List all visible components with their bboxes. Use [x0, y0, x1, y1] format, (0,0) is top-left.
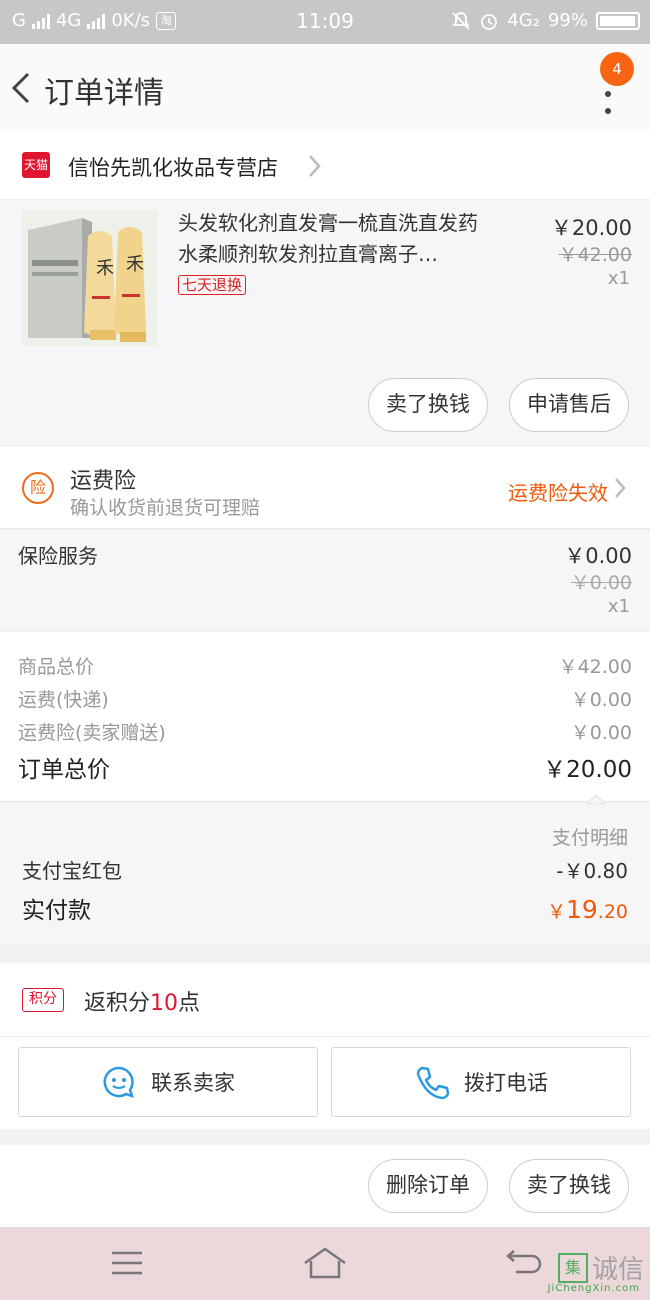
service-price: ￥0.00: [564, 544, 632, 568]
return-policy-tag: 七天退换: [178, 275, 247, 295]
product-item[interactable]: 禾 禾 头发软化剂直发膏一梳直洗直发药水柔顺剂软发剂拉直膏离子… 七天退换 ￥2…: [0, 200, 650, 445]
summary-value: ￥0.00: [570, 722, 632, 744]
summary-label: 商品总价: [18, 656, 95, 678]
summary-row: 运费险(卖家赠送) ￥0.00: [18, 718, 632, 745]
back-arrow-icon[interactable]: [8, 68, 38, 108]
product-image[interactable]: 禾 禾: [22, 210, 158, 346]
mute-bell-icon: [452, 11, 471, 30]
return-icon[interactable]: [506, 1247, 542, 1277]
chevron-right-icon: [615, 478, 626, 498]
summary-row: 运费(快递) ￥0.00: [18, 685, 632, 712]
system-nav-bar: 集 诚信 JiChengXin.com: [0, 1227, 650, 1300]
store-row[interactable]: 天猫 信怡先凯化妆品专营店: [0, 130, 650, 200]
paid-int: 19: [565, 895, 598, 924]
page-header: 订单详情 4: [0, 44, 650, 130]
summary-label: 运费险(卖家赠送): [18, 722, 166, 744]
store-name[interactable]: 信怡先凯化妆品专营店: [68, 152, 278, 182]
paid-amount-row: 实付款 ￥19.20: [22, 891, 628, 925]
product-quantity: x1: [607, 268, 630, 289]
service-quantity: x1: [607, 596, 630, 617]
insurance-subtitle: 确认收货前退货可理赔: [70, 497, 261, 519]
product-original-price: ￥42.00: [558, 244, 632, 266]
insurance-service-item: 保险服务 ￥0.00 ￥0.00 x1: [0, 530, 650, 630]
insurance-status[interactable]: 运费险失效: [508, 477, 608, 506]
paid-currency: ￥: [546, 901, 566, 923]
chevron-right-icon: [309, 155, 321, 177]
points-suffix: 点: [178, 991, 201, 1016]
contact-seller-label: 联系卖家: [151, 1071, 235, 1095]
paid-label: 实付款: [22, 898, 91, 924]
order-actions: 删除订单 卖了换钱: [0, 1145, 650, 1227]
summary-value: ￥42.00: [558, 656, 632, 678]
points-text: 返积分10点: [84, 985, 200, 1017]
menu-icon[interactable]: [110, 1249, 144, 1277]
status-right: 4G₂ 99%: [451, 10, 640, 31]
phone-icon: [416, 1066, 450, 1100]
service-original-price: ￥0.00: [570, 572, 632, 594]
battery-percent: 99%: [547, 10, 588, 31]
paid-amount: ￥19.20: [547, 895, 628, 924]
summary-label: 运费(快递): [18, 689, 109, 711]
alarm-icon: [481, 13, 498, 30]
insurance-title: 运费险: [70, 469, 137, 494]
points-prefix: 返积分: [84, 991, 151, 1016]
payment-detail-link[interactable]: 支付明细: [552, 823, 628, 850]
points-number: 10: [150, 991, 179, 1016]
paid-dec: .20: [597, 901, 628, 923]
order-total-value: ￥20.00: [543, 757, 632, 783]
summary-row: 商品总价 ￥42.00: [18, 652, 632, 679]
order-total-label: 订单总价: [18, 757, 110, 783]
red-packet-label: 支付宝红包: [22, 859, 122, 883]
contact-row: 联系卖家 拨打电话: [0, 1037, 650, 1129]
network-type: 4G₂: [507, 10, 540, 31]
product-price: ￥20.00: [550, 216, 632, 240]
points-icon: 积分: [22, 988, 64, 1012]
payment-details: 支付明细 支付宝红包 -￥0.80 实付款 ￥19.20: [0, 794, 650, 943]
after-sale-button[interactable]: 申请售后: [509, 378, 629, 432]
tmall-icon: 天猫: [22, 152, 50, 178]
caret-up-icon: [587, 794, 605, 804]
sell-exchange-button-bottom[interactable]: 卖了换钱: [509, 1159, 629, 1213]
chat-bubble-icon: [103, 1066, 134, 1098]
shipping-insurance-row[interactable]: 险 运费险 确认收货前退货可理赔 运费险失效: [0, 447, 650, 529]
sell-exchange-button[interactable]: 卖了换钱: [368, 378, 488, 432]
order-total-row: 订单总价 ￥20.00: [18, 750, 632, 784]
delete-order-button[interactable]: 删除订单: [368, 1159, 488, 1213]
battery-icon: [596, 11, 640, 30]
red-packet-row: 支付宝红包 -￥0.80: [22, 855, 628, 884]
svg-text:禾: 禾: [96, 258, 114, 279]
page-title: 订单详情: [44, 76, 164, 111]
price-summary: 商品总价 ￥42.00 运费(快递) ￥0.00 运费险(卖家赠送) ￥0.00…: [0, 632, 650, 802]
product-title[interactable]: 头发软化剂直发膏一梳直洗直发药水柔顺剂软发剂拉直膏离子…: [178, 208, 496, 270]
status-bar: G 4G 0K/s 淘 11:09 4G₂ 99%: [0, 0, 650, 44]
watermark-box: 集: [557, 1252, 588, 1283]
home-icon[interactable]: [302, 1245, 348, 1281]
watermark-logo: 集 诚信: [557, 1249, 644, 1286]
insurance-icon: 险: [22, 472, 54, 504]
svg-text:禾: 禾: [126, 254, 144, 275]
notification-badge: 4: [600, 52, 634, 86]
points-row: 积分 返积分10点: [0, 963, 650, 1037]
watermark-text: 诚信: [591, 1255, 644, 1285]
red-packet-value: -￥0.80: [556, 859, 628, 883]
call-phone-label: 拨打电话: [464, 1071, 548, 1095]
product-photo-icon: 禾 禾: [22, 210, 158, 346]
service-label: 保险服务: [18, 544, 98, 568]
call-phone-button[interactable]: 拨打电话: [331, 1047, 631, 1117]
contact-seller-button[interactable]: 联系卖家: [18, 1047, 318, 1117]
watermark-url: JiChengXin.com: [547, 1283, 640, 1294]
summary-value: ￥0.00: [570, 689, 632, 711]
